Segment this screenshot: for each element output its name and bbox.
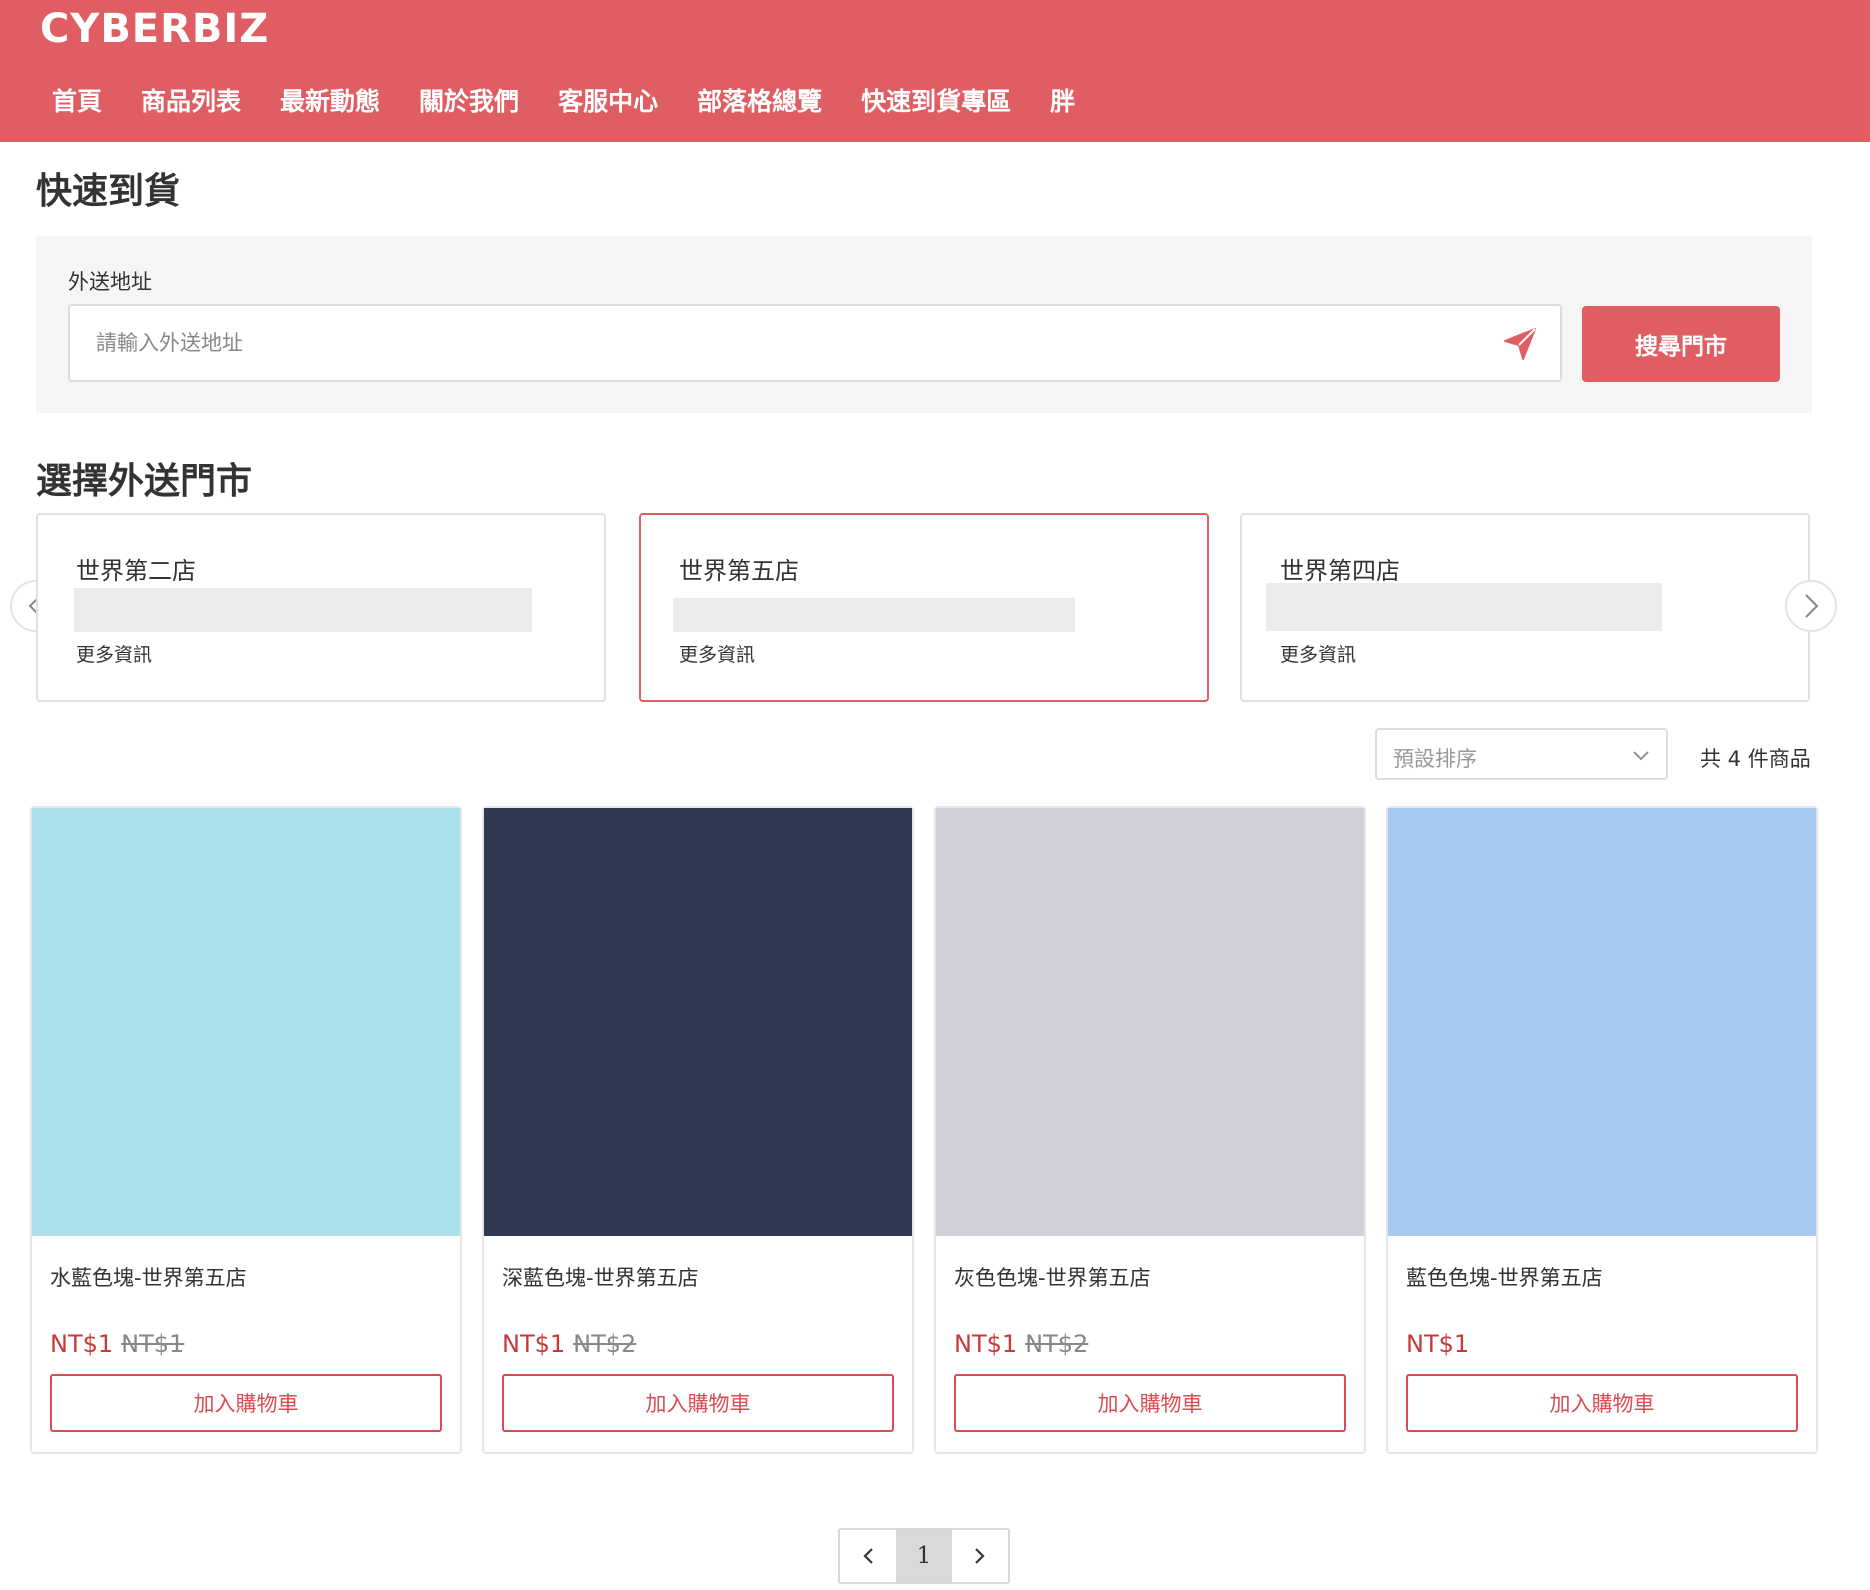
- product-name[interactable]: 深藍色塊-世界第五店: [502, 1262, 699, 1292]
- nav-item-home[interactable]: 首頁: [52, 82, 102, 118]
- product-card[interactable]: 深藍色塊-世界第五店 NT$1 NT$2 加入購物車: [482, 806, 914, 1454]
- product-name[interactable]: 灰色色塊-世界第五店: [954, 1262, 1151, 1292]
- location-arrow-icon[interactable]: [1502, 326, 1538, 362]
- pagination-prev-button[interactable]: [840, 1530, 896, 1582]
- product-name[interactable]: 水藍色塊-世界第五店: [50, 1262, 247, 1292]
- product-price: NT$1: [502, 1330, 566, 1358]
- price-row: NT$1 NT$1: [50, 1330, 184, 1358]
- store-card[interactable]: 世界第二店 更多資訊: [36, 513, 606, 702]
- store-name: 世界第四店: [1280, 557, 1400, 585]
- nav-item-products[interactable]: 商品列表: [141, 82, 241, 118]
- product-image[interactable]: [484, 808, 912, 1236]
- chevron-down-icon: [1633, 751, 1649, 761]
- address-panel: 外送地址 搜尋門市: [36, 236, 1812, 413]
- main-nav: 首頁 商品列表 最新動態 關於我們 客服中心 部落格總覽 快速到貨專區 胖: [52, 82, 1114, 118]
- product-count: 共 4 件商品: [1700, 747, 1811, 771]
- store-section-title: 選擇外送門市: [36, 461, 253, 502]
- carousel-next-button[interactable]: [1785, 580, 1837, 632]
- product-card[interactable]: 灰色色塊-世界第五店 NT$1 NT$2 加入購物車: [934, 806, 1366, 1454]
- product-card[interactable]: 藍色色塊-世界第五店 NT$1 加入購物車: [1386, 806, 1818, 1454]
- pagination-next-button[interactable]: [952, 1530, 1008, 1582]
- product-price: NT$1: [1406, 1330, 1470, 1358]
- nav-item-fast-delivery[interactable]: 快速到貨專區: [861, 82, 1011, 118]
- store-more-info-link[interactable]: 更多資訊: [1280, 640, 1356, 667]
- chevron-right-icon: [1805, 594, 1819, 618]
- product-name[interactable]: 藍色色塊-世界第五店: [1406, 1262, 1603, 1292]
- price-row: NT$1 NT$2: [954, 1330, 1088, 1358]
- nav-item-news[interactable]: 最新動態: [280, 82, 380, 118]
- address-input-wrapper: [68, 304, 1562, 382]
- chevron-right-icon: [975, 1548, 985, 1564]
- price-row: NT$1 NT$2: [502, 1330, 636, 1358]
- site-logo[interactable]: CYBERBIZ: [40, 6, 269, 52]
- product-price: NT$1: [954, 1330, 1018, 1358]
- nav-item-support[interactable]: 客服中心: [558, 82, 658, 118]
- product-original-price: NT$1: [121, 1330, 185, 1358]
- store-card[interactable]: 世界第五店 更多資訊: [639, 513, 1209, 702]
- store-name: 世界第五店: [679, 557, 799, 585]
- product-original-price: NT$2: [573, 1330, 637, 1358]
- add-to-cart-button[interactable]: 加入購物車: [1406, 1374, 1798, 1432]
- page-title: 快速到貨: [36, 171, 181, 212]
- store-address-placeholder: [673, 598, 1075, 632]
- add-to-cart-button[interactable]: 加入購物車: [50, 1374, 442, 1432]
- store-address-placeholder: [74, 588, 532, 632]
- address-label: 外送地址: [68, 270, 152, 294]
- address-input[interactable]: [70, 306, 1560, 380]
- product-image[interactable]: [1388, 808, 1816, 1236]
- nav-item-user[interactable]: 胖: [1050, 82, 1075, 118]
- search-store-button[interactable]: 搜尋門市: [1582, 306, 1780, 382]
- store-more-info-link[interactable]: 更多資訊: [679, 640, 755, 667]
- store-card[interactable]: 世界第四店 更多資訊: [1240, 513, 1810, 702]
- store-name: 世界第二店: [76, 557, 196, 585]
- product-original-price: NT$2: [1025, 1330, 1089, 1358]
- product-price: NT$1: [50, 1330, 114, 1358]
- product-image[interactable]: [936, 808, 1364, 1236]
- add-to-cart-button[interactable]: 加入購物車: [954, 1374, 1346, 1432]
- sort-select[interactable]: 預設排序: [1375, 728, 1668, 780]
- add-to-cart-button[interactable]: 加入購物車: [502, 1374, 894, 1432]
- store-more-info-link[interactable]: 更多資訊: [76, 640, 152, 667]
- pagination: 1: [838, 1528, 1010, 1584]
- nav-item-about[interactable]: 關於我們: [419, 82, 519, 118]
- store-address-placeholder: [1266, 583, 1662, 631]
- nav-item-blog[interactable]: 部落格總覽: [697, 82, 822, 118]
- product-image[interactable]: [32, 808, 460, 1236]
- chevron-left-icon: [863, 1548, 873, 1564]
- site-header: CYBERBIZ 首頁 商品列表 最新動態 關於我們 客服中心 部落格總覽 快速…: [0, 0, 1870, 142]
- product-card[interactable]: 水藍色塊-世界第五店 NT$1 NT$1 加入購物車: [30, 806, 462, 1454]
- sort-selected-value: 預設排序: [1393, 747, 1477, 771]
- pagination-page-current[interactable]: 1: [896, 1530, 952, 1582]
- price-row: NT$1: [1406, 1330, 1469, 1358]
